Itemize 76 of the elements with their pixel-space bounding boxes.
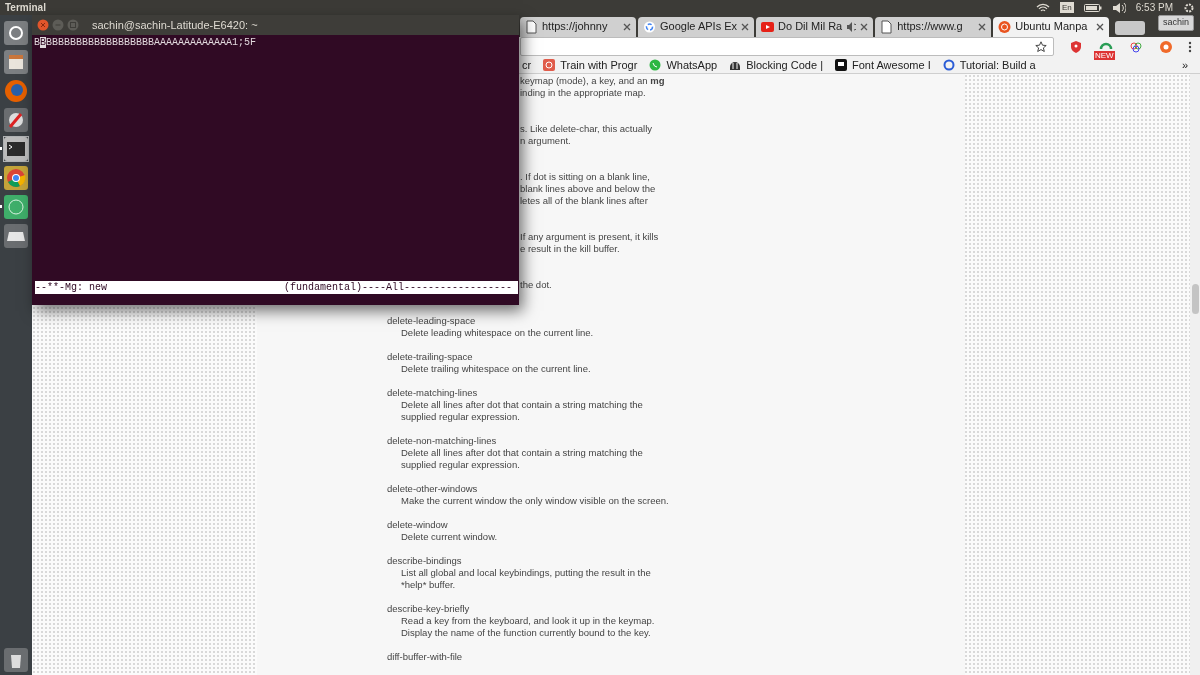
command-description: Delete all lines after dot that contain a string matching the supplied regular expression.: [400, 399, 643, 423]
command-name: describe-key-briefly: [387, 603, 470, 615]
browser-tab[interactable]: Ubuntu Manpa: [993, 16, 1110, 37]
command-name: delete-matching-lines: [387, 387, 478, 399]
close-icon[interactable]: [860, 22, 869, 31]
close-icon: [37, 19, 49, 31]
battery-icon: [1083, 2, 1102, 13]
wifi-icon: [1035, 2, 1050, 13]
play-icon: [761, 19, 775, 34]
command-name: delete-non-matching-lines: [387, 435, 497, 447]
rings-icon[interactable]: [1129, 39, 1143, 54]
close-icon[interactable]: [978, 22, 987, 31]
app-title: Terminal: [5, 1, 46, 15]
command-name: delete-window: [387, 519, 448, 531]
command-description: Delete current window.: [400, 531, 498, 543]
command-name: delete-other-windows: [387, 483, 478, 495]
command-description: Delete trailing whitespace on the current line.: [400, 363, 591, 375]
command-description: Make the current window the only window visible on the screen.: [400, 495, 669, 507]
google-icon: [643, 19, 656, 34]
browser-tab[interactable]: https://www.g: [875, 16, 992, 37]
bookmark-item[interactable]: WhatsApp: [649, 56, 718, 73]
flag-icon: [835, 58, 847, 71]
keyboard-layout-indicator[interactable]: En: [1059, 2, 1074, 13]
minimize-icon: [52, 19, 64, 31]
bookmark-item[interactable]: Tutorial: Build a: [942, 56, 1036, 73]
profile-button[interactable]: sachin: [1158, 15, 1194, 31]
text-line: n argument.: [520, 135, 572, 147]
command-name: delete-trailing-space: [387, 351, 473, 363]
circle-app-icon[interactable]: [4, 194, 28, 219]
text-line: keymap (mode), a key, and an mg: [520, 75, 666, 87]
shield-icon[interactable]: [1069, 39, 1083, 54]
text-line: If any argument is present, it kills: [520, 231, 660, 243]
text-line: inding in the appropriate map.: [520, 87, 647, 99]
menu-icon: [1188, 40, 1192, 53]
browser-tab[interactable]: Google APIs Ex: [638, 16, 755, 37]
bookmark-item[interactable]: cr: [522, 56, 532, 73]
command-name: delete-leading-space: [387, 315, 476, 327]
text-line: s. Like delete-char, this actually: [520, 123, 653, 135]
lifebuoy-icon[interactable]: [1159, 39, 1173, 54]
new-badge: NEW: [1094, 50, 1115, 60]
text-line: e result in the kill buffer.: [520, 243, 621, 255]
command-name: describe-bindings: [387, 555, 462, 567]
settings-icon: [1183, 1, 1195, 14]
more-bookmarks-button[interactable]: »: [1181, 56, 1188, 73]
volume-icon: [1111, 1, 1126, 14]
close-icon[interactable]: [741, 22, 750, 31]
text-line: the dot.: [520, 279, 553, 291]
ubuntu-icon: [998, 19, 1012, 34]
bookmark-item[interactable]: Blocking Code |: [729, 56, 823, 73]
bookmark-item[interactable]: Font Awesome I: [835, 56, 931, 73]
command-description: Read a key from the keyboard, and look it up in the keymap. Display the name of the function currently bound to the key.: [400, 615, 655, 639]
terminal-icon[interactable]: [4, 136, 28, 161]
command-description: Delete all lines after dot that contain a string matching the supplied regular expression.: [400, 447, 643, 471]
new-tab-button[interactable]: [1115, 20, 1146, 35]
browser-tab[interactable]: Do Dil Mil Ra: [756, 16, 874, 37]
browser-tab[interactable]: https://johnny: [520, 16, 636, 37]
page-icon: [880, 19, 894, 34]
chrome-icon[interactable]: [4, 165, 28, 190]
window-title: sachin@sachin-Latitude-E6420: ~: [92, 17, 258, 33]
star-icon: [1035, 40, 1047, 53]
command-description: Delete leading whitespace on the current line.: [400, 327, 594, 339]
maximize-icon: [67, 19, 79, 31]
scrollbar-thumb[interactable]: [1191, 284, 1199, 314]
page-icon: [525, 19, 538, 34]
clock-time[interactable]: 6:53 PM: [1135, 0, 1173, 15]
text-line: blank lines above and below the: [520, 183, 657, 195]
bookmark-item[interactable]: Train with Progr: [543, 56, 638, 73]
ring-icon: [942, 58, 955, 71]
close-icon[interactable]: [1096, 22, 1105, 31]
command-name: diff-buffer-with-file: [387, 651, 463, 663]
command-description: List all global and local keybindings, putting the result in the *help* buffer.: [400, 567, 651, 591]
text-line: letes all of the blank lines after: [520, 195, 649, 207]
chat-bubble-icon: [649, 58, 662, 71]
swirl-icon: [543, 58, 556, 71]
text-line: . If dot is sitting on a blank line,: [520, 171, 651, 183]
close-icon[interactable]: [623, 22, 631, 31]
